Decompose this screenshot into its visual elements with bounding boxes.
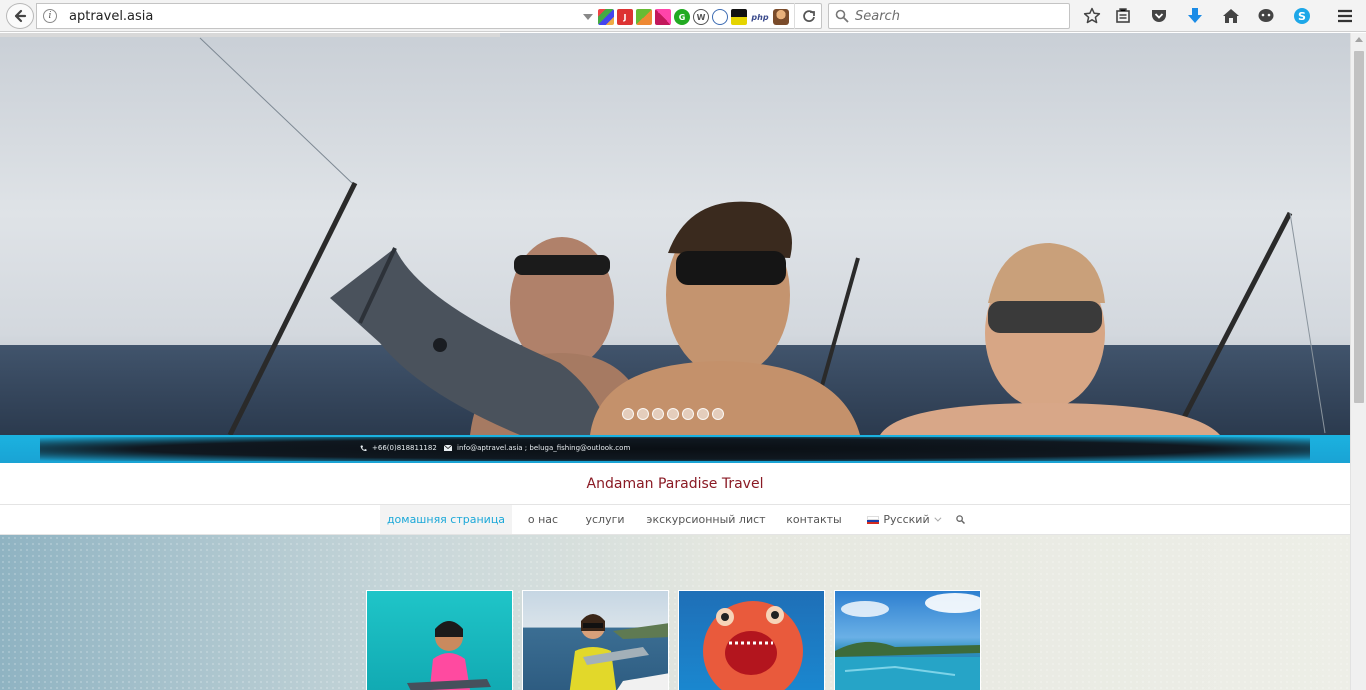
- extension-icon-8[interactable]: [731, 9, 747, 25]
- language-selector[interactable]: Русский: [862, 505, 944, 534]
- menu-icon: [1338, 9, 1352, 23]
- page-viewport: +66(0)818811182 info@aptravel.asia ; bel…: [0, 33, 1350, 690]
- search-input[interactable]: [855, 8, 1061, 25]
- thumbnail-red-fish: [703, 601, 803, 690]
- gallery-thumbnail[interactable]: [366, 590, 513, 690]
- phone-contact: +66(0)818811182: [360, 444, 437, 452]
- extension-icons: J G W php: [598, 9, 789, 25]
- bookmark-star-button[interactable]: [1082, 6, 1102, 26]
- reading-list-button[interactable]: [1113, 6, 1133, 26]
- slider-dot[interactable]: [697, 408, 709, 420]
- slider-dot[interactable]: [667, 408, 679, 420]
- scroll-up-arrow-icon[interactable]: [1355, 37, 1363, 42]
- reading-list-icon: [1116, 8, 1130, 23]
- nav-item-services[interactable]: услуги: [578, 505, 632, 534]
- content-pattern: [0, 535, 1350, 690]
- menu-button[interactable]: [1335, 6, 1355, 26]
- chat-icon: [1258, 9, 1274, 22]
- hero-image: [199, 37, 1326, 435]
- svg-text:S: S: [1298, 10, 1306, 23]
- dropdown-icon[interactable]: [583, 14, 593, 20]
- back-button[interactable]: [6, 3, 34, 29]
- slider-dot[interactable]: [652, 408, 664, 420]
- extension-icon-1[interactable]: [598, 9, 614, 25]
- thumbnail-woman-fish: [569, 614, 668, 690]
- search-icon: [835, 9, 849, 23]
- thumbnail-girl-fish: [407, 621, 491, 690]
- extension-icon-10[interactable]: [773, 9, 789, 25]
- slider-dot[interactable]: [682, 408, 694, 420]
- nav-item-contacts[interactable]: контакты: [780, 505, 848, 534]
- nav-item-about[interactable]: о нас: [518, 505, 568, 534]
- email-contact: info@aptravel.asia ; beluga_fishing@outl…: [444, 444, 630, 452]
- download-icon: [1188, 8, 1202, 23]
- extension-icon-4[interactable]: [655, 9, 671, 25]
- extension-icon-5[interactable]: G: [674, 9, 690, 25]
- skype-icon: S: [1294, 8, 1310, 24]
- extension-icon-7[interactable]: [712, 9, 728, 25]
- site-title[interactable]: Andaman Paradise Travel: [0, 463, 1350, 505]
- slider-dot[interactable]: [712, 408, 724, 420]
- gallery-thumbnail[interactable]: [678, 590, 825, 690]
- pocket-button[interactable]: [1149, 6, 1169, 26]
- info-icon[interactable]: i: [43, 9, 57, 23]
- nav-item-excursions[interactable]: экскурсионный лист: [643, 505, 769, 534]
- url-text[interactable]: aptravel.asia: [69, 9, 153, 24]
- email-address[interactable]: info@aptravel.asia ; beluga_fishing@outl…: [457, 444, 630, 452]
- scrollbar-thumb[interactable]: [1354, 51, 1364, 403]
- download-button[interactable]: [1185, 6, 1205, 26]
- home-icon: [1223, 9, 1239, 23]
- gallery-thumbnail[interactable]: [522, 590, 669, 690]
- home-button[interactable]: [1221, 6, 1241, 26]
- star-icon: [1083, 7, 1101, 24]
- php-icon[interactable]: php: [750, 9, 770, 25]
- nav-search-button[interactable]: [950, 505, 970, 534]
- chat-button[interactable]: [1256, 6, 1276, 26]
- envelope-icon: [444, 445, 452, 451]
- slider-dot[interactable]: [622, 408, 634, 420]
- russian-flag-icon: [867, 515, 880, 524]
- url-bar[interactable]: i aptravel.asia J G W php: [36, 3, 822, 29]
- vertical-scrollbar[interactable]: [1350, 33, 1366, 690]
- reload-button[interactable]: [794, 3, 822, 29]
- gallery-thumbnail[interactable]: [834, 590, 981, 690]
- extension-icon-3[interactable]: [636, 9, 652, 25]
- language-label: Русский: [883, 513, 930, 526]
- reload-icon: [802, 10, 815, 22]
- browser-toolbar: i aptravel.asia J G W php Search S: [0, 0, 1366, 32]
- phone-icon: [360, 445, 367, 451]
- chevron-down-icon: [933, 514, 942, 522]
- phone-number[interactable]: +66(0)818811182: [372, 444, 437, 452]
- contact-info-bar: +66(0)818811182 info@aptravel.asia ; bel…: [0, 435, 1350, 463]
- search-bar[interactable]: [828, 3, 1070, 29]
- skype-button[interactable]: S: [1292, 6, 1312, 26]
- wordpress-icon[interactable]: W: [693, 9, 709, 25]
- main-nav: домашняя страница о нас услуги экскурсио…: [0, 504, 1350, 535]
- extension-icon-2[interactable]: J: [617, 9, 633, 25]
- thumbnail-island-bay: [835, 593, 980, 690]
- hero-slider[interactable]: [0, 33, 1350, 435]
- pocket-icon: [1152, 10, 1166, 22]
- content-area: [0, 535, 1350, 690]
- slider-dots: [622, 408, 724, 420]
- nav-item-home[interactable]: домашняя страница: [380, 505, 512, 534]
- back-icon: [14, 9, 27, 23]
- slider-dot[interactable]: [637, 408, 649, 420]
- info-bar-shadow: [40, 437, 1310, 461]
- search-icon: [955, 515, 965, 524]
- page-load-bar: [0, 33, 500, 37]
